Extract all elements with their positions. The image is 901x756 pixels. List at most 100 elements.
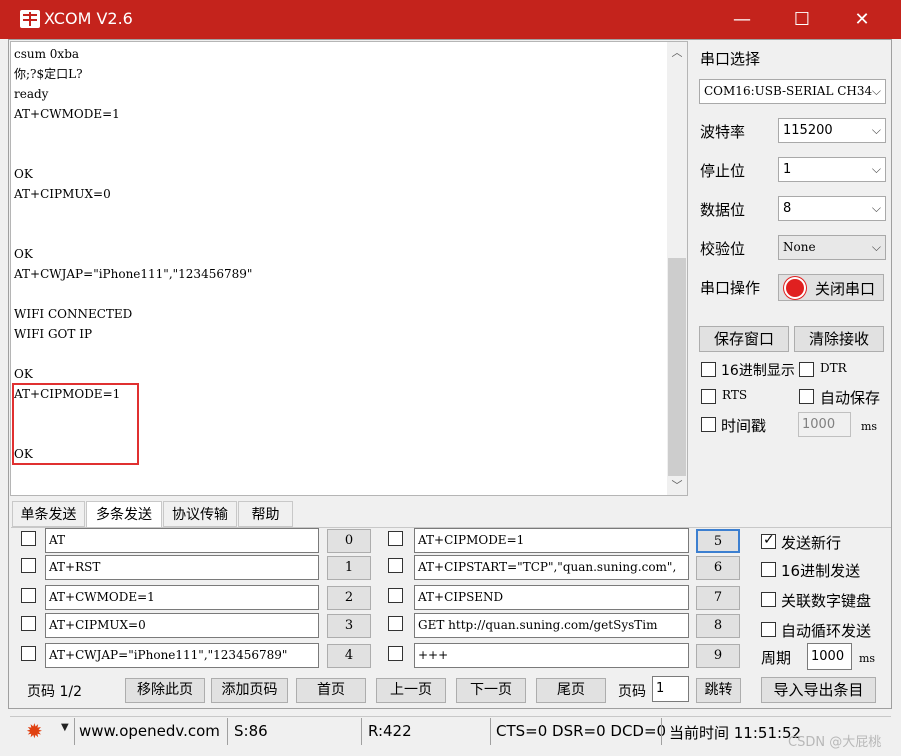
sent-count: S:86: [234, 722, 268, 740]
minimize-button[interactable]: —: [712, 0, 772, 39]
send-row-input[interactable]: AT+CIPSTART="TCP","quan.suning.com",: [414, 555, 689, 580]
port-status-icon: [786, 279, 804, 297]
send-row-input[interactable]: AT+CWMODE=1: [45, 585, 319, 610]
clear-receive-button[interactable]: 清除接收: [794, 326, 884, 352]
serial-op-label: 串口操作: [700, 279, 761, 297]
receive-line: 你;?$定口L?: [14, 67, 83, 81]
send-row-input[interactable]: AT+CIPMUX=0: [45, 613, 319, 638]
send-row-checkbox[interactable]: [388, 646, 403, 661]
send-row-button[interactable]: 1: [327, 556, 371, 580]
receive-line: WIFI GOT IP: [14, 327, 93, 341]
send-row-input[interactable]: AT+CWJAP="iPhone111","123456789": [45, 643, 319, 668]
auto-loop-label: 自动循环发送: [781, 622, 872, 640]
goto-page-button[interactable]: 跳转: [696, 678, 741, 703]
close-button[interactable]: ✕: [832, 0, 892, 39]
send-row-checkbox[interactable]: [21, 588, 36, 603]
dropdown-arrow-icon[interactable]: ▼: [61, 722, 69, 733]
tab-help[interactable]: 帮助: [238, 501, 293, 527]
close-port-button[interactable]: 关闭串口: [778, 274, 884, 301]
send-row-button[interactable]: 9: [696, 644, 740, 668]
import-export-button[interactable]: 导入导出条目: [761, 677, 876, 703]
tab-multi-send[interactable]: 多条发送: [86, 501, 162, 528]
timestamp-checkbox[interactable]: [701, 417, 716, 432]
gear-icon[interactable]: ✹: [26, 721, 43, 741]
app-logo-icon: [20, 10, 40, 28]
status-divider: [74, 718, 75, 745]
send-row-button[interactable]: 4: [327, 644, 371, 668]
send-row-checkbox[interactable]: [388, 616, 403, 631]
send-row-input[interactable]: AT+CIPSEND: [414, 585, 689, 610]
send-newline-checkbox[interactable]: [761, 532, 776, 549]
dtr-checkbox[interactable]: [799, 362, 814, 377]
baud-label: 波特率: [700, 123, 746, 141]
send-row-button[interactable]: 3: [327, 614, 371, 638]
status-divider: [361, 718, 362, 745]
send-row-button[interactable]: 6: [696, 556, 740, 580]
signal-status: CTS=0 DSR=0 DCD=0: [496, 722, 667, 740]
current-time: 当前时间 11:51:52: [669, 724, 802, 742]
period-unit: ms: [859, 652, 876, 665]
auto-save-checkbox[interactable]: [799, 389, 814, 404]
send-newline-label: 发送新行: [781, 534, 842, 552]
send-row-button[interactable]: 8: [696, 614, 740, 638]
link-keypad-label: 关联数字键盘: [781, 592, 872, 610]
hex-display-checkbox[interactable]: [701, 362, 716, 377]
rts-checkbox[interactable]: [701, 389, 716, 404]
send-row-button[interactable]: 2: [327, 586, 371, 610]
maximize-button[interactable]: ☐: [772, 0, 832, 39]
save-window-button[interactable]: 保存窗口: [699, 326, 789, 352]
auto-loop-checkbox[interactable]: [761, 622, 776, 637]
send-row-checkbox[interactable]: [21, 531, 36, 546]
send-row-input[interactable]: AT+CIPMODE=1: [414, 528, 689, 553]
scroll-up-icon[interactable]: ︿: [668, 45, 686, 61]
remove-page-button[interactable]: 移除此页: [125, 678, 205, 703]
scroll-down-icon[interactable]: ﹀: [668, 478, 686, 494]
page-indicator: 页码 1/2: [27, 684, 82, 700]
send-row-button[interactable]: 5: [696, 529, 740, 553]
goto-page-input[interactable]: 1: [652, 676, 689, 702]
period-label: 周期: [761, 649, 792, 667]
last-page-button[interactable]: 尾页: [536, 678, 606, 703]
port-select[interactable]: COM16:USB-SERIAL CH34 ⌵: [699, 79, 886, 104]
highlight-box: [12, 383, 139, 465]
chevron-down-icon: ⌵: [871, 162, 881, 176]
send-row-checkbox[interactable]: [388, 531, 403, 546]
send-row-input[interactable]: GET http://quan.suning.com/getSysTim: [414, 613, 689, 638]
hex-send-checkbox[interactable]: [761, 562, 776, 577]
window-title: XCOM V2.6: [44, 9, 133, 28]
add-page-button[interactable]: 添加页码: [211, 678, 288, 703]
link-keypad-checkbox[interactable]: [761, 592, 776, 607]
send-row-input[interactable]: AT: [45, 528, 319, 553]
rts-label: RTS: [722, 388, 748, 402]
stop-bits-select[interactable]: 1 ⌵: [778, 157, 886, 182]
stop-bits-label: 停止位: [700, 162, 746, 180]
receive-line: OK: [14, 247, 33, 261]
period-input[interactable]: 1000: [807, 643, 852, 670]
send-row-checkbox[interactable]: [388, 588, 403, 603]
timestamp-label: 时间戳: [721, 417, 767, 435]
send-row-button[interactable]: 7: [696, 586, 740, 610]
parity-select[interactable]: None ⌵: [778, 235, 886, 260]
send-row-button[interactable]: 0: [327, 529, 371, 553]
status-divider: [661, 718, 662, 745]
send-row-checkbox[interactable]: [21, 646, 36, 661]
tab-protocol[interactable]: 协议传输: [163, 501, 237, 527]
dtr-label: DTR: [820, 361, 847, 375]
send-row-checkbox[interactable]: [21, 558, 36, 573]
website-link[interactable]: www.openedv.com: [79, 722, 220, 740]
watermark: CSDN @大屁桃: [788, 735, 882, 750]
send-row-checkbox[interactable]: [388, 558, 403, 573]
timestamp-input[interactable]: 1000: [798, 412, 851, 437]
send-row-checkbox[interactable]: [21, 616, 36, 631]
scroll-thumb[interactable]: [668, 258, 686, 476]
next-page-button[interactable]: 下一页: [456, 678, 526, 703]
received-count: R:422: [368, 722, 412, 740]
data-bits-select[interactable]: 8 ⌵: [778, 196, 886, 221]
send-row-input[interactable]: AT+RST: [45, 555, 319, 580]
data-bits-label: 数据位: [700, 201, 746, 219]
prev-page-button[interactable]: 上一页: [376, 678, 446, 703]
send-row-input[interactable]: +++: [414, 643, 689, 668]
baud-select[interactable]: 115200 ⌵: [778, 118, 886, 143]
first-page-button[interactable]: 首页: [296, 678, 366, 703]
tab-single-send[interactable]: 单条发送: [12, 501, 85, 527]
